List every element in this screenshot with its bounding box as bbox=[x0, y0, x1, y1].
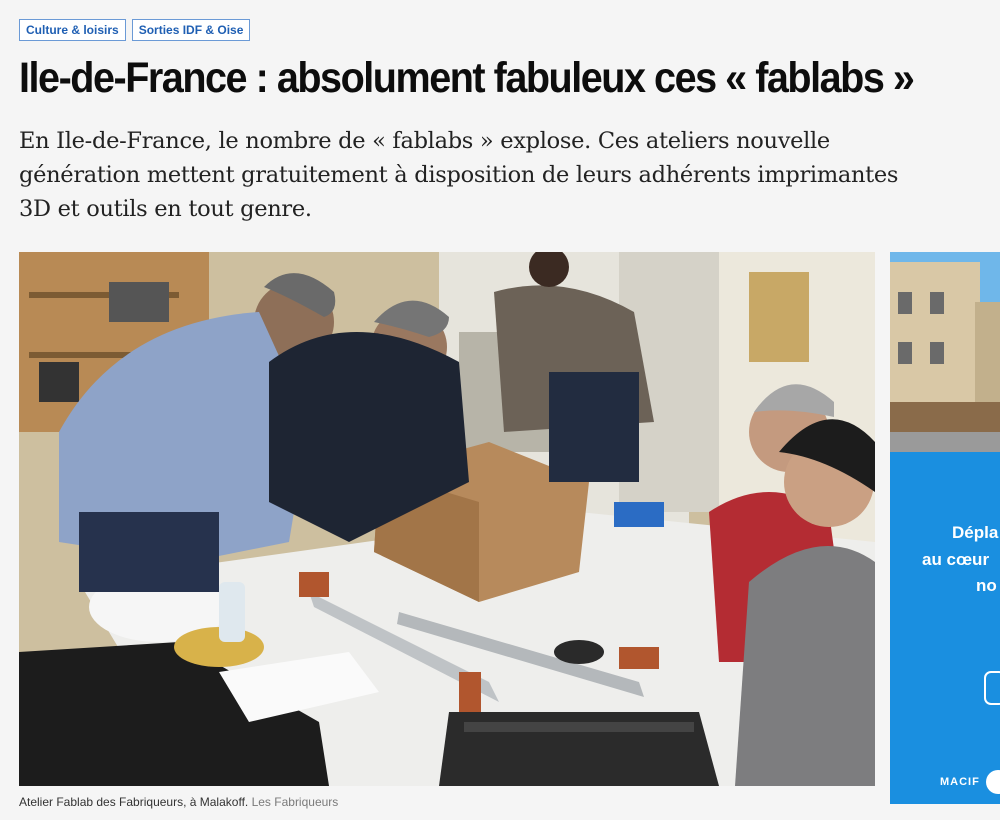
ad-banner[interactable]: Dépla au cœur no MACIF bbox=[890, 252, 1000, 804]
article-lead: En Ile-de-France, le nombre de « fablabs… bbox=[19, 128, 899, 222]
photo-caption: Atelier Fablab des Fabriqueurs, à Malako… bbox=[19, 795, 338, 809]
article-photo bbox=[19, 252, 875, 786]
tag-sorties-idf-oise[interactable]: Sorties IDF & Oise bbox=[131, 19, 251, 41]
ad-line-1: Dépla bbox=[952, 523, 999, 542]
ad-brand-logo: MACIF bbox=[940, 776, 980, 788]
article-title: Ile-de-France : absolument fabuleux ces … bbox=[19, 54, 915, 102]
ad-line-2: au cœur bbox=[922, 550, 990, 569]
caption-text: Atelier Fablab des Fabriqueurs, à Malako… bbox=[19, 795, 249, 809]
caption-credit-link[interactable]: Les Fabriqueurs bbox=[252, 795, 339, 809]
fablab-workshop-illustration bbox=[19, 252, 875, 786]
tag-culture-loisirs[interactable]: Culture & loisirs bbox=[19, 19, 126, 41]
ad-line-3: no bbox=[976, 576, 997, 595]
category-tags: Culture & loisirs Sorties IDF & Oise bbox=[19, 19, 251, 41]
